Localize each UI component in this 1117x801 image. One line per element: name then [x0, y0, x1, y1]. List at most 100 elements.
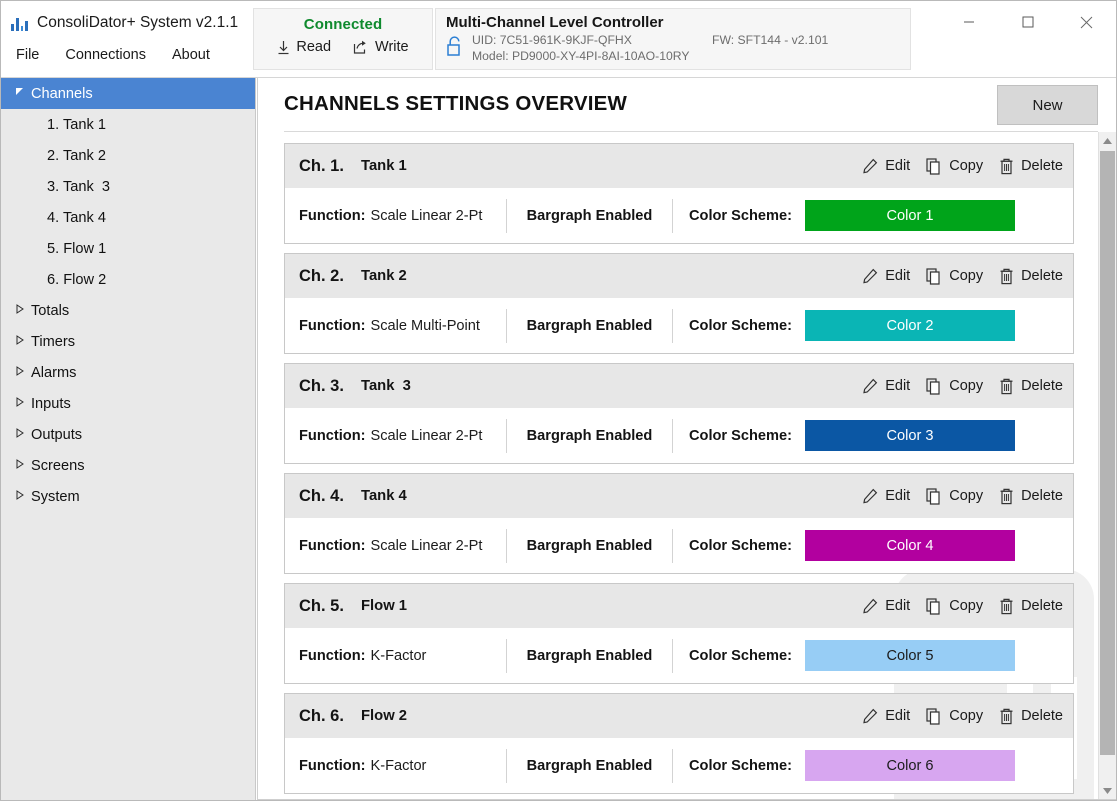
- sidebar-item-channel-1[interactable]: 1. Tank 1: [1, 109, 255, 140]
- collapsed-caret-icon: [15, 397, 31, 410]
- sidebar-item-channel-6[interactable]: 6. Flow 2: [1, 264, 255, 295]
- unlocked-padlock-icon[interactable]: [446, 32, 472, 64]
- function-value: Scale Multi-Point: [370, 317, 480, 334]
- title-bar: ConsoliDator+ System v2.1.1 File Connect…: [1, 1, 1116, 78]
- pencil-icon: [862, 268, 878, 284]
- read-button[interactable]: Read: [277, 39, 331, 55]
- bargraph-cell: Bargraph Enabled: [507, 308, 673, 343]
- copy-button-label: Copy: [949, 488, 984, 504]
- copy-button[interactable]: Copy: [926, 377, 983, 395]
- color-scheme-label: Color Scheme:: [689, 207, 792, 224]
- trash-can-icon: [999, 598, 1014, 615]
- sidebar-item-label: Screens: [31, 457, 85, 474]
- sidebar-item-channel-4[interactable]: 4. Tank 4: [1, 202, 255, 233]
- sidebar-navigation-tree[interactable]: Channels 1. Tank 1 2. Tank 2 3. Tank 3 4…: [1, 78, 256, 800]
- sidebar-item-timers[interactable]: Timers: [1, 326, 255, 357]
- delete-button-label: Delete: [1021, 708, 1063, 724]
- delete-button[interactable]: Delete: [999, 268, 1063, 285]
- channel-card-body: Function: K-Factor Bargraph Enabled Color S…: [285, 738, 1073, 793]
- minimize-button[interactable]: [939, 1, 998, 43]
- delete-button[interactable]: Delete: [999, 708, 1063, 725]
- scrollbar-thumb[interactable]: [1100, 151, 1115, 755]
- copy-button[interactable]: Copy: [926, 267, 983, 285]
- sidebar-item-channel-5[interactable]: 5. Flow 1: [1, 233, 255, 264]
- channel-card-header: Ch. 3. Tank 3 Edit Copy Delete: [285, 364, 1073, 408]
- vertical-scrollbar[interactable]: [1098, 132, 1116, 799]
- color-swatch[interactable]: Color 3: [805, 420, 1015, 451]
- sidebar-item-system[interactable]: System: [1, 481, 255, 512]
- channel-number: Ch. 3.: [299, 376, 344, 395]
- edit-button[interactable]: Edit: [862, 378, 910, 394]
- edit-button[interactable]: Edit: [862, 488, 910, 504]
- share-arrow-icon: [353, 40, 369, 55]
- edit-button[interactable]: Edit: [862, 708, 910, 724]
- sidebar-item-alarms[interactable]: Alarms: [1, 357, 255, 388]
- function-cell: Function: K-Factor: [285, 748, 507, 783]
- menu-item-file[interactable]: File: [13, 46, 42, 64]
- bargraph-status: Bargraph Enabled: [526, 647, 653, 664]
- channel-card: Ch. 4. Tank 4 Edit Copy Delete Function: Scale…: [284, 473, 1074, 574]
- sidebar-item-screens[interactable]: Screens: [1, 450, 255, 481]
- sidebar-item-totals[interactable]: Totals: [1, 295, 255, 326]
- scroll-down-arrow-icon[interactable]: [1099, 782, 1116, 799]
- sidebar-item-channels[interactable]: Channels: [1, 78, 255, 109]
- channel-name: Tank 4: [361, 488, 407, 504]
- edit-button-label: Edit: [885, 708, 911, 724]
- color-swatch[interactable]: Color 4: [805, 530, 1015, 561]
- expanded-caret-icon: [15, 87, 31, 100]
- sidebar-item-outputs[interactable]: Outputs: [1, 419, 255, 450]
- delete-button[interactable]: Delete: [999, 158, 1063, 175]
- sidebar-item-label: Inputs: [31, 395, 71, 412]
- new-button[interactable]: New: [997, 85, 1098, 125]
- edit-button[interactable]: Edit: [862, 598, 910, 614]
- sidebar-item-channel-3[interactable]: 3. Tank 3: [1, 171, 255, 202]
- menu-bar[interactable]: File Connections About: [13, 46, 213, 64]
- function-cell: Function: K-Factor: [285, 638, 507, 673]
- copy-button[interactable]: Copy: [926, 157, 983, 175]
- edit-button[interactable]: Edit: [862, 158, 910, 174]
- connection-panel: Connected Read Write: [253, 8, 433, 70]
- menu-item-connections[interactable]: Connections: [62, 46, 149, 64]
- channels-card-list: Ch. 1. Tank 1 Edit Copy Delete Function: Scale…: [284, 132, 1074, 794]
- write-button[interactable]: Write: [353, 39, 409, 55]
- write-button-label: Write: [375, 39, 409, 55]
- copy-button[interactable]: Copy: [926, 707, 983, 725]
- channel-card-body: Function: Scale Multi-Point Bargraph Enabl…: [285, 298, 1073, 353]
- sidebar-item-label: 3. Tank 3: [47, 178, 111, 195]
- scroll-up-arrow-icon[interactable]: [1099, 132, 1116, 149]
- bargraph-cell: Bargraph Enabled: [507, 198, 673, 233]
- close-button[interactable]: [1057, 1, 1116, 43]
- copy-button[interactable]: Copy: [926, 597, 983, 615]
- color-swatch[interactable]: Color 6: [805, 750, 1015, 781]
- copy-pages-icon: [926, 707, 942, 725]
- color-swatch[interactable]: Color 2: [805, 310, 1015, 341]
- app-title-text: ConsoliDator+ System v2.1.1: [37, 14, 239, 31]
- function-cell: Function: Scale Linear 2-Pt: [285, 528, 507, 563]
- edit-button[interactable]: Edit: [862, 268, 910, 284]
- color-scheme-label: Color Scheme:: [689, 317, 792, 334]
- device-model: Model: PD9000-XY-4PI-8AI-10AO-10RY: [472, 49, 690, 63]
- channel-card: Ch. 2. Tank 2 Edit Copy Delete Function: Scale…: [284, 253, 1074, 354]
- color-swatch[interactable]: Color 5: [805, 640, 1015, 671]
- sidebar-item-inputs[interactable]: Inputs: [1, 388, 255, 419]
- application-window: ConsoliDator+ System v2.1.1 File Connect…: [0, 0, 1117, 801]
- channel-name: Tank 2: [361, 268, 407, 284]
- download-arrow-icon: [277, 40, 290, 55]
- delete-button[interactable]: Delete: [999, 488, 1063, 505]
- sidebar-item-channel-2[interactable]: 2. Tank 2: [1, 140, 255, 171]
- copy-pages-icon: [926, 157, 942, 175]
- sidebar-item-label: 1. Tank 1: [47, 116, 106, 133]
- delete-button[interactable]: Delete: [999, 598, 1063, 615]
- copy-button[interactable]: Copy: [926, 487, 984, 505]
- color-swatch[interactable]: Color 1: [805, 200, 1015, 231]
- trash-can-icon: [999, 378, 1014, 395]
- edit-button-label: Edit: [885, 158, 911, 174]
- edit-button-label: Edit: [885, 378, 911, 394]
- menu-item-about[interactable]: About: [169, 46, 213, 64]
- function-cell: Function: Scale Multi-Point: [285, 308, 507, 343]
- channel-card-header: Ch. 2. Tank 2 Edit Copy Delete: [285, 254, 1073, 298]
- maximize-button[interactable]: [998, 1, 1057, 43]
- collapsed-caret-icon: [15, 459, 31, 472]
- delete-button[interactable]: Delete: [999, 378, 1063, 395]
- channel-card: Ch. 5. Flow 1 Edit Copy Delete Function: K-Fac…: [284, 583, 1074, 684]
